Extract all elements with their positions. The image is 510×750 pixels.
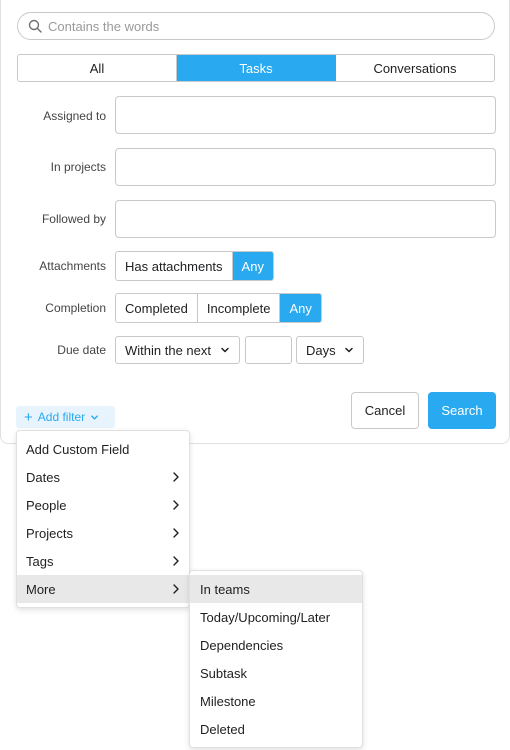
advanced-search-panel: All Tasks Conversations Assigned to In p… xyxy=(0,0,510,444)
menu-item-projects[interactable]: Projects xyxy=(17,519,189,547)
assigned-to-label: Assigned to xyxy=(43,109,106,123)
submenu-item-in-teams[interactable]: In teams xyxy=(190,575,362,603)
incomplete-option[interactable]: Incomplete xyxy=(198,294,281,322)
menu-item-more[interactable]: More xyxy=(17,575,189,603)
due-date-unit-value: Days xyxy=(306,342,336,358)
plus-icon: + xyxy=(24,408,33,426)
chevron-down-icon xyxy=(221,347,229,353)
add-filter-button[interactable]: + Add filter xyxy=(16,406,115,428)
menu-item-label: Projects xyxy=(26,525,73,541)
chevron-down-icon xyxy=(345,347,353,353)
in-projects-label: In projects xyxy=(50,160,106,174)
menu-item-label: More xyxy=(26,581,56,597)
attachments-label: Attachments xyxy=(39,259,106,273)
submenu-item-subtask[interactable]: Subtask xyxy=(190,659,362,687)
search-input[interactable] xyxy=(48,18,468,34)
in-projects-field[interactable] xyxy=(115,148,496,186)
has-attachments-option[interactable]: Has attachments xyxy=(116,252,233,280)
completion-toggle: Completed Incomplete Any xyxy=(115,293,322,323)
filter-menu: Add Custom Field Dates People Projects T… xyxy=(16,430,190,608)
menu-item-people[interactable]: People xyxy=(17,491,189,519)
due-date-label: Due date xyxy=(57,343,106,357)
submenu-item-today-upcoming-later[interactable]: Today/Upcoming/Later xyxy=(190,603,362,631)
completion-label: Completion xyxy=(45,301,106,315)
attachments-toggle: Has attachments Any xyxy=(115,251,274,281)
chevron-right-icon xyxy=(173,584,179,594)
menu-item-tags[interactable]: Tags xyxy=(17,547,189,575)
cancel-button[interactable]: Cancel xyxy=(351,392,419,429)
menu-item-label: Tags xyxy=(26,553,54,569)
chevron-down-icon xyxy=(91,414,98,420)
add-filter-label: Add filter xyxy=(37,410,86,424)
due-date-amount-input[interactable] xyxy=(245,336,292,364)
menu-item-dates[interactable]: Dates xyxy=(17,463,189,491)
chevron-right-icon xyxy=(173,472,179,482)
menu-item-add-custom-field[interactable]: Add Custom Field xyxy=(17,435,189,463)
followed-by-label: Followed by xyxy=(41,212,106,226)
due-date-range-value: Within the next xyxy=(125,342,211,358)
search-icon xyxy=(28,19,42,33)
attachments-any-option[interactable]: Any xyxy=(232,252,273,280)
tab-tasks[interactable]: Tasks xyxy=(177,55,336,81)
chevron-right-icon xyxy=(173,528,179,538)
submenu-item-milestone[interactable]: Milestone xyxy=(190,687,362,715)
tab-all[interactable]: All xyxy=(18,55,177,81)
chevron-right-icon xyxy=(173,556,179,566)
assigned-to-field[interactable] xyxy=(115,96,496,134)
more-submenu: In teams Today/Upcoming/Later Dependenci… xyxy=(189,570,363,748)
search-button[interactable]: Search xyxy=(428,392,496,429)
result-type-tabs: All Tasks Conversations xyxy=(17,54,495,82)
tab-conversations[interactable]: Conversations xyxy=(336,55,494,81)
search-bar[interactable] xyxy=(17,12,495,40)
menu-item-label: Add Custom Field xyxy=(26,441,130,457)
due-date-range-select[interactable]: Within the next xyxy=(115,336,240,364)
due-date-unit-select[interactable]: Days xyxy=(296,336,364,364)
chevron-right-icon xyxy=(173,500,179,510)
completed-option[interactable]: Completed xyxy=(116,294,198,322)
menu-item-label: People xyxy=(26,497,67,513)
menu-item-label: Dates xyxy=(26,469,60,485)
submenu-item-dependencies[interactable]: Dependencies xyxy=(190,631,362,659)
followed-by-field[interactable] xyxy=(115,200,496,238)
completion-any-option[interactable]: Any xyxy=(280,294,321,322)
submenu-item-deleted[interactable]: Deleted xyxy=(190,715,362,743)
